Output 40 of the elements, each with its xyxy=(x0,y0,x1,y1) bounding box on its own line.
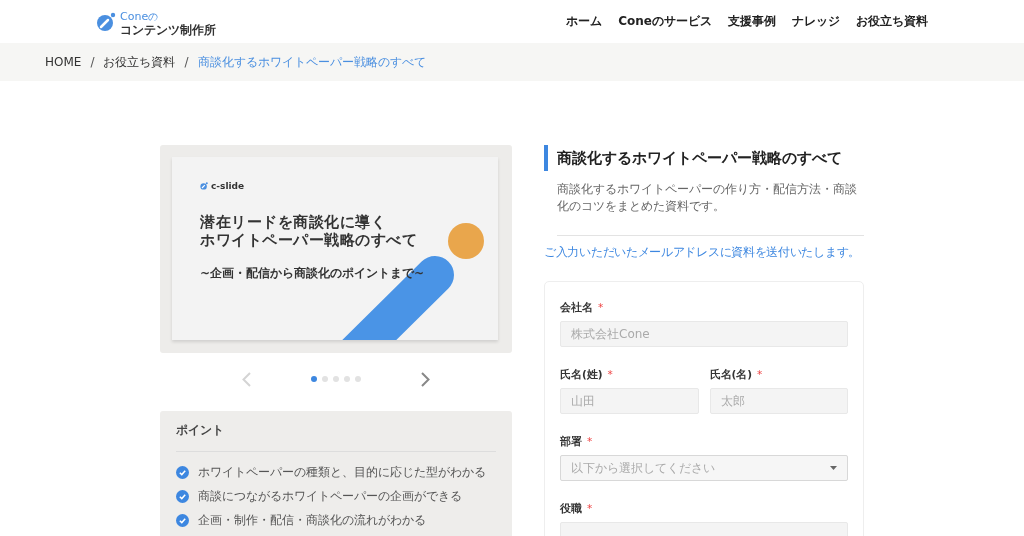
field-label: 役職 xyxy=(560,502,582,514)
notice-text: ご入力いただいたメールアドレスに資料を送付いたします。 xyxy=(544,244,861,261)
description: 商談化するホワイトペーパーの作り方・配信方法・商談化のコツをまとめた資料です。 xyxy=(557,181,864,236)
logo-brand: Cone xyxy=(120,10,149,23)
field-label: 氏名(名) xyxy=(709,368,753,380)
logo-name: コンテンツ制作所 xyxy=(120,24,216,36)
required-mark: * xyxy=(587,502,593,514)
page-title: 商談化するホワイトペーパー戦略のすべて xyxy=(544,145,864,171)
carousel-dot[interactable] xyxy=(311,376,317,382)
required-mark: * xyxy=(598,301,604,313)
carousel-dot[interactable] xyxy=(344,376,350,382)
carousel-dot[interactable] xyxy=(322,376,328,382)
nav-link[interactable]: 支援事例 xyxy=(728,13,776,30)
field-label: 会社名 xyxy=(560,301,593,313)
logo-icon xyxy=(200,182,208,190)
points-title: ポイント xyxy=(176,423,496,452)
field-label: 氏名(姓) xyxy=(560,368,603,380)
required-mark: * xyxy=(587,435,593,447)
logo-icon xyxy=(96,11,116,32)
breadcrumb-link[interactable]: お役立ち資料 xyxy=(103,53,176,71)
slide-title: ホワイトペーパー戦略のすべて xyxy=(200,231,418,249)
breadcrumb-link[interactable]: HOME xyxy=(45,55,82,69)
point-text: 商談につながるホワイトペーパーの企画ができる xyxy=(198,487,462,505)
point-text: 企画・制作・配信・商談化の流れがわかる xyxy=(198,511,426,529)
carousel-dot[interactable] xyxy=(333,376,339,382)
nav-link[interactable]: Coneのサービス xyxy=(618,13,712,30)
breadcrumb-separator: / xyxy=(184,55,189,69)
required-mark: * xyxy=(757,368,763,380)
caret-icon xyxy=(830,466,837,470)
field-label: 部署 xyxy=(560,435,582,447)
nav-link[interactable]: お役立ち資料 xyxy=(856,13,928,30)
logo-particle: の xyxy=(148,11,159,22)
slide-brand: c-slide xyxy=(211,181,245,191)
point-text: ホワイトペーパーの種類と、目的に応じた型がわかる xyxy=(198,463,486,481)
breadcrumb-separator: / xyxy=(90,55,95,69)
carousel-dot[interactable] xyxy=(355,376,361,382)
nav-link[interactable]: ホーム xyxy=(566,13,603,30)
required-mark: * xyxy=(607,368,613,380)
nav-link[interactable]: ナレッジ xyxy=(792,13,840,30)
slide-title: 潜在リードを商談化に導く xyxy=(200,213,387,231)
